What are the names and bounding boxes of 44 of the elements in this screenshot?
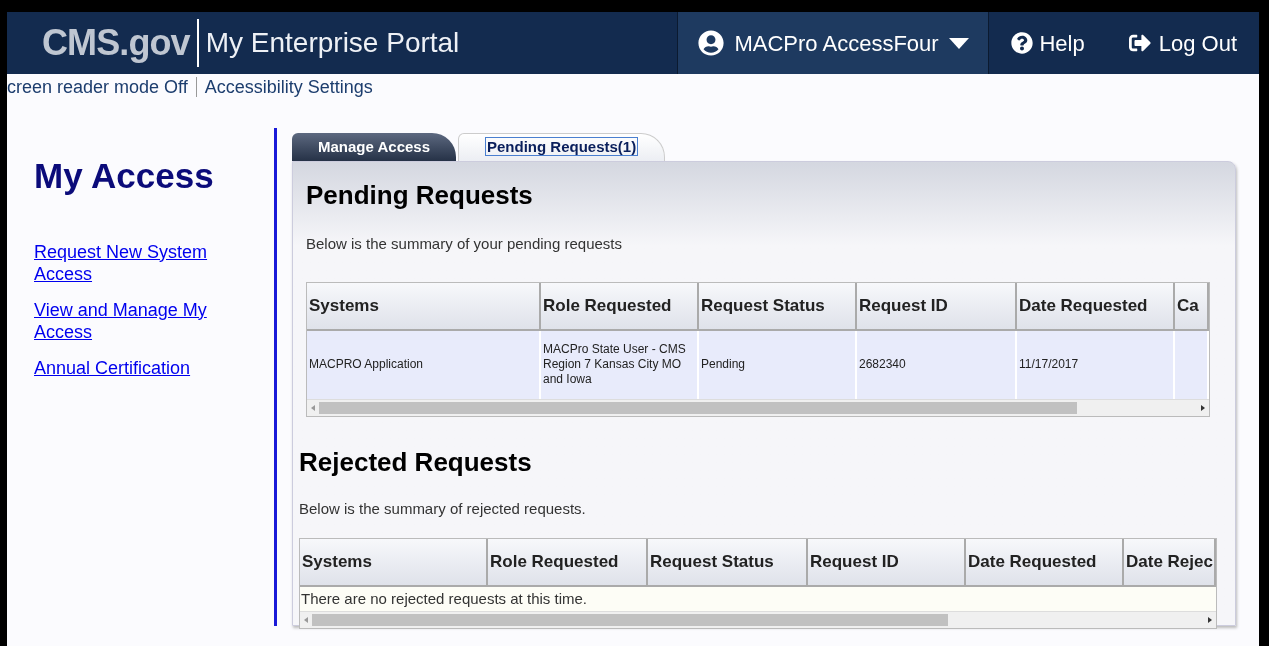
tab[interactable]: Manage Access — [292, 133, 456, 161]
table-cell: Pending — [699, 330, 857, 399]
column-header: Request ID — [857, 282, 1017, 331]
user-menu-button[interactable]: MACPro AccessFour — [677, 12, 990, 74]
column-header: Request Status — [648, 539, 808, 587]
column-header: Ca — [1175, 282, 1209, 331]
table-cell: MACPRO Application — [307, 330, 541, 399]
accessibility-link[interactable]: Accessibility Settings — [204, 73, 373, 101]
logout-button[interactable]: Log Out — [1106, 12, 1259, 74]
table-cell: MACPro State User - CMS Region 7 Kansas City MO and Iowa — [541, 330, 699, 399]
portal-title: My Enterprise Portal — [205, 26, 460, 60]
column-header: Systems — [300, 539, 488, 587]
column-header: Role Requested — [488, 539, 648, 587]
column-header: Date Rejec — [1124, 539, 1216, 587]
scroll-left-icon — [304, 617, 308, 623]
column-header: Date Requested — [966, 539, 1124, 587]
column-header: Request Status — [699, 282, 857, 331]
tab[interactable]: Pending Requests(1) — [458, 133, 666, 161]
table-cell: 11/17/2017 — [1017, 330, 1175, 399]
column-header: Request ID — [808, 539, 966, 587]
section-summary: Below is the summary of your pending requests — [306, 234, 623, 254]
empty-message: There are no rejected requests at this time. — [300, 587, 1216, 611]
page-title: My Access — [34, 155, 215, 197]
sidebar-link[interactable]: View and Manage My Access — [34, 298, 234, 343]
sidebar-link[interactable]: Annual Certification — [34, 356, 234, 379]
section-title: Pending Requests — [306, 179, 534, 212]
scroll-right-icon — [1201, 404, 1205, 411]
column-header: Systems — [307, 282, 541, 331]
column-header: Date Requested — [1017, 282, 1175, 331]
column-header: Role Requested — [541, 282, 699, 331]
section-title: Rejected Requests — [299, 445, 533, 479]
table-cell: 2682340 — [857, 330, 1017, 399]
scroll-right-icon — [1208, 617, 1212, 623]
help-icon — [1011, 32, 1034, 54]
scrollbar[interactable] — [300, 611, 1216, 628]
caret-icon — [948, 37, 969, 49]
user-icon — [698, 30, 725, 56]
sidebar-link[interactable]: Request New System Access — [34, 240, 234, 285]
logout-icon — [1128, 32, 1151, 54]
help-button[interactable]: Help — [989, 12, 1107, 74]
scroll-left-icon — [311, 404, 315, 411]
logo[interactable]: CMS.gov — [42, 16, 190, 70]
section-summary: Below is the summary of rejected requests. — [299, 498, 587, 519]
screen-reader-link[interactable]: creen reader mode Off — [7, 73, 188, 101]
